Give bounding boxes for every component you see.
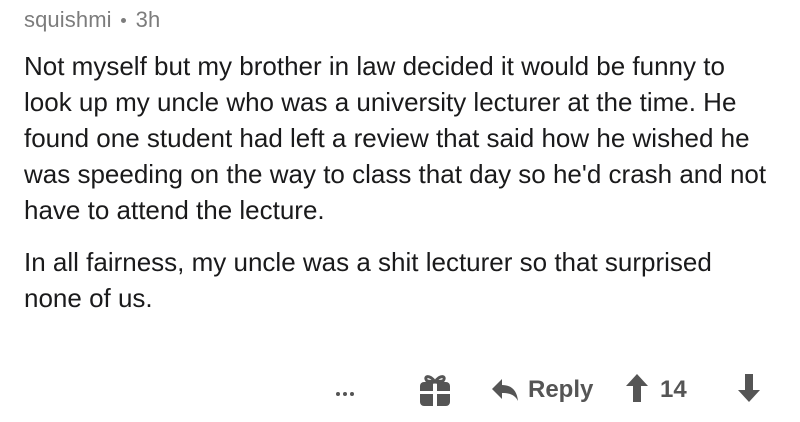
reply-arrow-icon: [492, 379, 518, 401]
reply-label: Reply: [528, 376, 594, 403]
comment-paragraph-2: In all fairness, my uncle was a shit lec…: [24, 247, 712, 313]
comment-actions: Reply 14: [0, 370, 800, 414]
gift-icon[interactable]: [418, 372, 452, 408]
comment-paragraph-1: Not myself but my brother in law decided…: [24, 51, 767, 225]
reply-button[interactable]: Reply: [490, 370, 593, 410]
upvote-arrow-icon[interactable]: [624, 372, 650, 404]
vote-score: 14: [660, 376, 687, 403]
separator-dot: [120, 17, 126, 23]
more-options-button[interactable]: [336, 380, 354, 408]
comment-card: squishmi 3h Not myself but my brother in…: [0, 0, 800, 422]
downvote-arrow-icon[interactable]: [736, 372, 762, 404]
author-name[interactable]: squishmi: [24, 7, 112, 33]
more-dots-icon: [336, 392, 340, 396]
comment-meta: squishmi 3h: [24, 0, 160, 40]
comment-body: Not myself but my brother in law decided…: [24, 48, 776, 316]
comment-age: 3h: [135, 7, 161, 32]
